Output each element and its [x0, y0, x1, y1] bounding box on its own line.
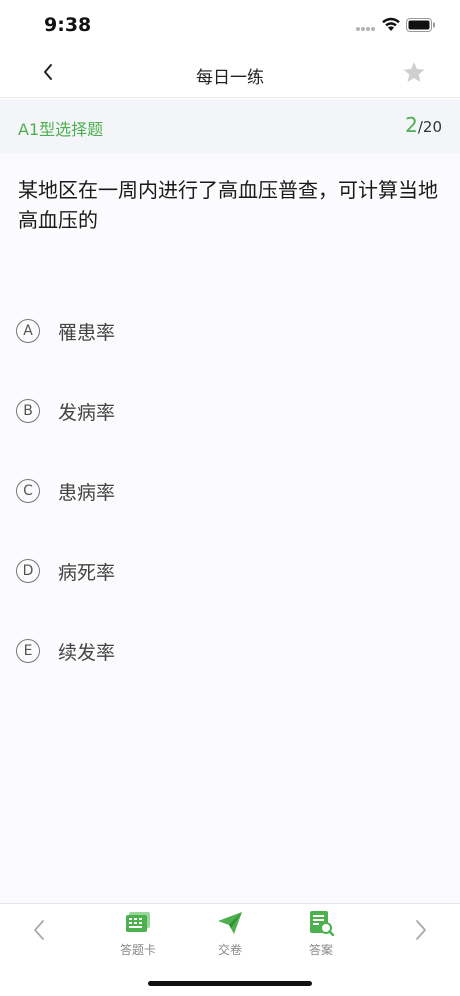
status-time: 9:38 — [44, 14, 92, 36]
option-text: 罹患率 — [58, 321, 116, 344]
option-e[interactable]: E 续发率 — [0, 611, 460, 691]
question-progress: 2/20 — [405, 113, 442, 137]
star-icon — [402, 61, 426, 88]
submit-label: 交卷 — [217, 943, 242, 957]
option-text: 病死率 — [58, 561, 116, 584]
answer-card-button[interactable]: 答题卡 — [108, 910, 168, 958]
question-info-bar: A1型选择题 2/20 — [0, 99, 460, 153]
nav-bar: 每日一练 — [0, 50, 460, 98]
next-question-button[interactable] — [408, 918, 434, 946]
previous-question-button[interactable] — [26, 918, 52, 946]
option-a[interactable]: A 罹患率 — [0, 291, 460, 371]
option-letter: E — [16, 639, 40, 663]
option-b[interactable]: B 发病率 — [0, 371, 460, 451]
option-c[interactable]: C 患病率 — [0, 451, 460, 531]
option-text: 续发率 — [58, 641, 116, 664]
option-text: 发病率 — [58, 401, 116, 424]
progress-current: 2 — [405, 113, 418, 137]
answer-card-icon — [125, 910, 151, 936]
wifi-icon — [381, 16, 401, 32]
answer-card-label: 答题卡 — [119, 943, 156, 957]
battery-icon — [406, 17, 436, 32]
cellular-signal-icon — [355, 26, 377, 32]
option-letter: D — [16, 559, 40, 583]
chevron-right-icon — [415, 919, 427, 945]
option-letter: B — [16, 399, 40, 423]
question-type-label: A1型选择题 — [18, 120, 104, 139]
status-bar: 9:38 — [0, 0, 460, 50]
question-stem: 某地区在一周内进行了高血压普查，可计算当地高血压的 — [18, 178, 438, 232]
option-letter: A — [16, 319, 40, 343]
answer-search-icon — [308, 910, 334, 936]
favorite-button[interactable] — [400, 60, 428, 88]
page-title: 每日一练 — [196, 68, 264, 88]
home-indicator[interactable] — [148, 981, 312, 986]
chevron-left-icon — [33, 919, 45, 945]
paper-plane-icon — [217, 910, 243, 936]
answer-label: 答案 — [308, 943, 333, 957]
options-list: A 罹患率 B 发病率 C 患病率 D 病死率 E 续发率 — [0, 291, 460, 691]
option-text: 患病率 — [58, 481, 116, 504]
progress-total: /20 — [417, 118, 442, 136]
question-area: 某地区在一周内进行了高血压普查，可计算当地高血压的 A 罹患率 B 发病率 C … — [0, 153, 460, 903]
show-answer-button[interactable]: 答案 — [291, 910, 351, 958]
option-d[interactable]: D 病死率 — [0, 531, 460, 611]
option-letter: C — [16, 479, 40, 503]
submit-exam-button[interactable]: 交卷 — [200, 910, 260, 958]
